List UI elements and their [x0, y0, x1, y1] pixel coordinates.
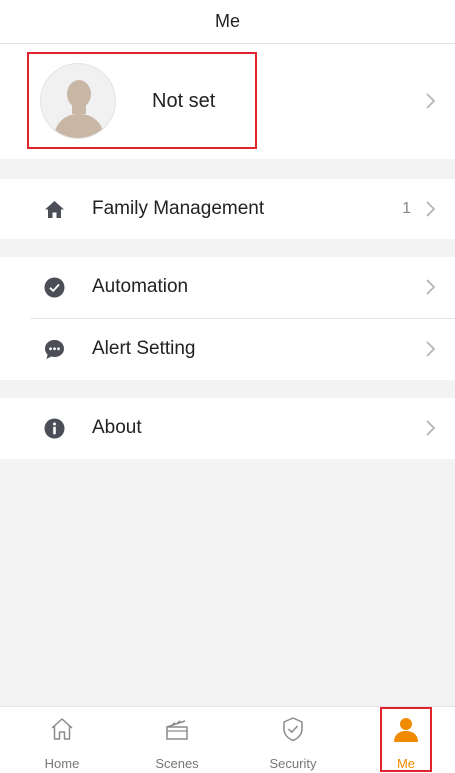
tab-scenes-label: Scenes: [155, 756, 199, 771]
alert-setting-row[interactable]: Alert Setting: [0, 319, 455, 379]
automation-row[interactable]: Automation: [0, 257, 455, 317]
tab-home[interactable]: Home: [22, 707, 102, 773]
automation-label: Automation: [92, 276, 189, 297]
home-filled-icon: [45, 201, 64, 218]
tab-home-label: Home: [44, 756, 80, 771]
about-section: About: [0, 398, 455, 459]
chevron-right-icon: [426, 279, 436, 295]
check-circle-icon: [44, 277, 65, 298]
about-label: About: [92, 417, 142, 438]
tab-security[interactable]: Security: [253, 707, 333, 773]
clapperboard-icon: [166, 720, 188, 740]
page-title: Me: [214, 11, 240, 31]
profile-highlight-box: [27, 52, 257, 149]
home-icon: [51, 718, 73, 740]
tab-security-label: Security: [269, 756, 317, 771]
tab-me-highlight-box: [380, 707, 432, 772]
chevron-right-icon: [426, 420, 436, 436]
family-count-badge: 1: [402, 200, 411, 217]
profile-card[interactable]: Not set: [0, 44, 455, 159]
family-management-label: Family Management: [92, 198, 265, 219]
alert-setting-label: Alert Setting: [92, 338, 196, 359]
family-section: Family Management 1: [0, 179, 455, 239]
chat-bubble-icon: [45, 340, 64, 359]
about-row[interactable]: About: [0, 398, 455, 458]
chevron-right-icon: [426, 93, 436, 109]
chevron-right-icon: [426, 341, 436, 357]
tab-scenes[interactable]: Scenes: [137, 707, 217, 773]
top-nav-bar: Me: [0, 0, 455, 44]
info-icon: [44, 418, 65, 439]
automation-section: Automation Alert Setting: [0, 257, 455, 380]
family-management-row[interactable]: Family Management 1: [0, 179, 455, 239]
shield-check-icon: [283, 717, 303, 742]
chevron-right-icon: [426, 201, 436, 217]
